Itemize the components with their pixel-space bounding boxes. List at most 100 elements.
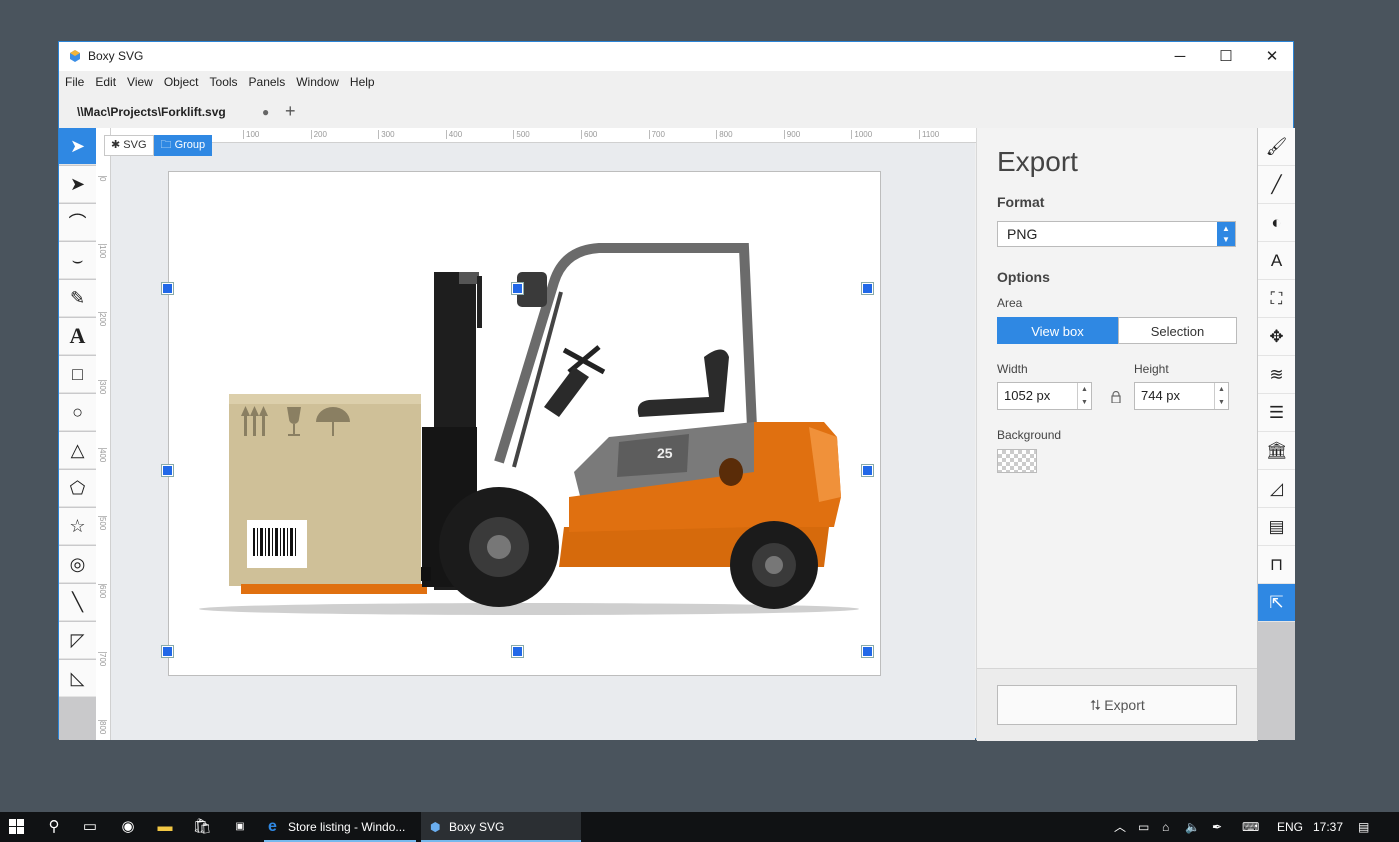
battery-icon[interactable]: ▭	[1138, 812, 1149, 842]
background-label: Background	[997, 428, 1062, 442]
stroke-panel-button[interactable]: ╱	[1258, 166, 1295, 204]
canvas-area[interactable]: 25	[111, 143, 975, 740]
text-tool-icon: A	[69, 323, 86, 348]
pen-icon[interactable]: ✒	[1212, 812, 1222, 842]
edit-tool[interactable]: ➤	[59, 166, 96, 203]
area-viewbox-button[interactable]: View box	[997, 317, 1118, 344]
resize-handle-ne[interactable]	[862, 283, 873, 294]
store-icon[interactable]: 🛍	[191, 816, 213, 838]
resize-handle-w[interactable]	[162, 465, 173, 476]
menu-help[interactable]: Help	[344, 71, 380, 90]
menu-window[interactable]: Window	[290, 71, 344, 90]
resize-handle-s[interactable]	[512, 646, 523, 657]
ring-tool[interactable]: ◎	[59, 546, 96, 583]
compositing-panel-button[interactable]: ◐	[1258, 204, 1295, 242]
breadcrumb-group-label: Group	[174, 139, 206, 151]
notifications-icon[interactable]: ▤	[1358, 812, 1369, 842]
resize-handle-sw[interactable]	[162, 646, 173, 657]
resize-handle-e[interactable]	[862, 465, 873, 476]
polygon-tool[interactable]: ⬠	[59, 470, 96, 507]
keyboard-icon[interactable]: ⌨	[1242, 812, 1259, 842]
transform-panel-button[interactable]: ✥	[1258, 318, 1295, 356]
tray-chevron-icon[interactable]: ︿	[1114, 812, 1126, 842]
ruler-v-tick: 100	[98, 244, 107, 259]
pallet	[241, 584, 427, 594]
typography-panel-button[interactable]: A	[1258, 242, 1295, 280]
width-input[interactable]: 1052 px ▲ ▼	[997, 382, 1092, 410]
search-icon[interactable]: ⚲	[43, 816, 65, 838]
pencil-tool[interactable]: ✎	[59, 280, 96, 317]
menu-view[interactable]: View	[121, 71, 158, 90]
minimize-button[interactable]: ─	[1157, 42, 1203, 71]
library-panel-button[interactable]: 🏛	[1258, 432, 1295, 470]
resize-handle-n[interactable]	[512, 283, 523, 294]
tab-close-dot-icon[interactable]: ●	[262, 105, 269, 119]
maximize-button[interactable]: ☐	[1203, 42, 1249, 71]
ruler-h-tick: 100	[243, 130, 259, 139]
lock-icon[interactable]	[1111, 391, 1121, 403]
boxy-icon: ⬢	[430, 820, 441, 834]
ruler-h-tick: 600	[581, 130, 597, 139]
bezier-tool[interactable]: ⌣	[59, 242, 96, 279]
close-button[interactable]: ✕	[1249, 42, 1295, 71]
file-explorer-icon[interactable]: ▬	[154, 816, 176, 838]
view-panel-button[interactable]: ⛶	[1258, 280, 1295, 318]
tab-forklift[interactable]: \\Mac\Projects\Forklift.svg ●	[59, 97, 281, 127]
resize-handle-nw[interactable]	[162, 283, 173, 294]
format-select[interactable]: PNG ▲ ▼	[997, 221, 1236, 247]
forklift-illustration[interactable]: 25	[169, 172, 880, 675]
text-tool[interactable]: A	[59, 318, 96, 355]
menu-tools[interactable]: Tools	[204, 71, 243, 90]
height-stepper[interactable]: ▲ ▼	[1214, 383, 1228, 409]
gradients-panel-button[interactable]: ◿	[1258, 470, 1295, 508]
layers-panel-button[interactable]: ≋	[1258, 356, 1295, 394]
ellipse-tool[interactable]: ○	[59, 394, 96, 431]
export-button[interactable]: ⮁ Export	[997, 685, 1237, 725]
objects-panel-button[interactable]: ☰	[1258, 394, 1295, 432]
fill-panel-icon: 🖌	[1265, 136, 1288, 156]
volume-icon[interactable]: 🔈	[1185, 812, 1200, 842]
fill-panel-button[interactable]: 🖌	[1258, 128, 1295, 166]
horizontal-ruler: 100 200 300 400 500 600 700 800 900 1000 1100	[96, 128, 976, 143]
pencil-tool-icon: ✎	[69, 287, 86, 308]
crop-tool[interactable]: ◺	[59, 660, 96, 697]
rect-tool[interactable]: □	[59, 356, 96, 393]
height-value: 744 px	[1141, 388, 1181, 403]
menu-panels[interactable]: Panels	[243, 71, 291, 90]
start-icon[interactable]	[6, 816, 28, 838]
star-tool[interactable]: ☆	[59, 508, 96, 545]
triangle-tool[interactable]: △	[59, 432, 96, 469]
clock[interactable]: 17:37	[1313, 812, 1343, 842]
taskbar-app-edge[interactable]: e Store listing - Windo...	[264, 812, 416, 842]
pen-tool-icon: ⌒	[68, 213, 87, 233]
comments-panel-button[interactable]: ▤	[1258, 508, 1295, 546]
menu-file[interactable]: File	[59, 71, 89, 90]
width-stepper[interactable]: ▲ ▼	[1077, 383, 1091, 409]
menu-edit[interactable]: Edit	[89, 71, 121, 90]
cmd-icon[interactable]: ▣	[229, 816, 251, 838]
breadcrumb-svg[interactable]: ✱ SVG	[104, 135, 154, 156]
line-tool[interactable]: ╲	[59, 584, 96, 621]
resize-handle-se[interactable]	[862, 646, 873, 657]
menu-object[interactable]: Object	[158, 71, 204, 90]
area-selection-button[interactable]: Selection	[1118, 317, 1237, 344]
title-bar[interactable]: Boxy SVG ─ ☐ ✕	[59, 42, 1293, 71]
add-tab-button[interactable]: +	[285, 101, 296, 122]
task-view-icon[interactable]: ▭	[79, 816, 101, 838]
taskbar-app-boxy[interactable]: ⬢ Boxy SVG	[421, 812, 581, 842]
chrome-icon[interactable]: ◉	[117, 816, 139, 838]
ruler-h-tick: 500	[513, 130, 530, 139]
network-icon[interactable]: ⌂	[1162, 812, 1169, 842]
artboard[interactable]: 25	[168, 171, 881, 676]
patterns-panel-button[interactable]: ⊓	[1258, 546, 1295, 584]
background-swatch[interactable]	[997, 449, 1037, 473]
app-window: Boxy SVG ─ ☐ ✕ File Edit View Object Tools Pa…	[58, 41, 1295, 741]
freeform-tool[interactable]: ◸	[59, 622, 96, 659]
export-panel-button[interactable]: ⇱	[1258, 584, 1295, 622]
height-input[interactable]: 744 px ▲ ▼	[1134, 382, 1229, 410]
select-tool[interactable]: ➤	[59, 128, 96, 165]
pen-tool[interactable]: ⌒	[59, 204, 96, 241]
language-indicator[interactable]: ENG	[1277, 812, 1303, 842]
breadcrumb-group[interactable]: 🗀 Group	[153, 135, 213, 156]
window-title: Boxy SVG	[88, 49, 144, 63]
